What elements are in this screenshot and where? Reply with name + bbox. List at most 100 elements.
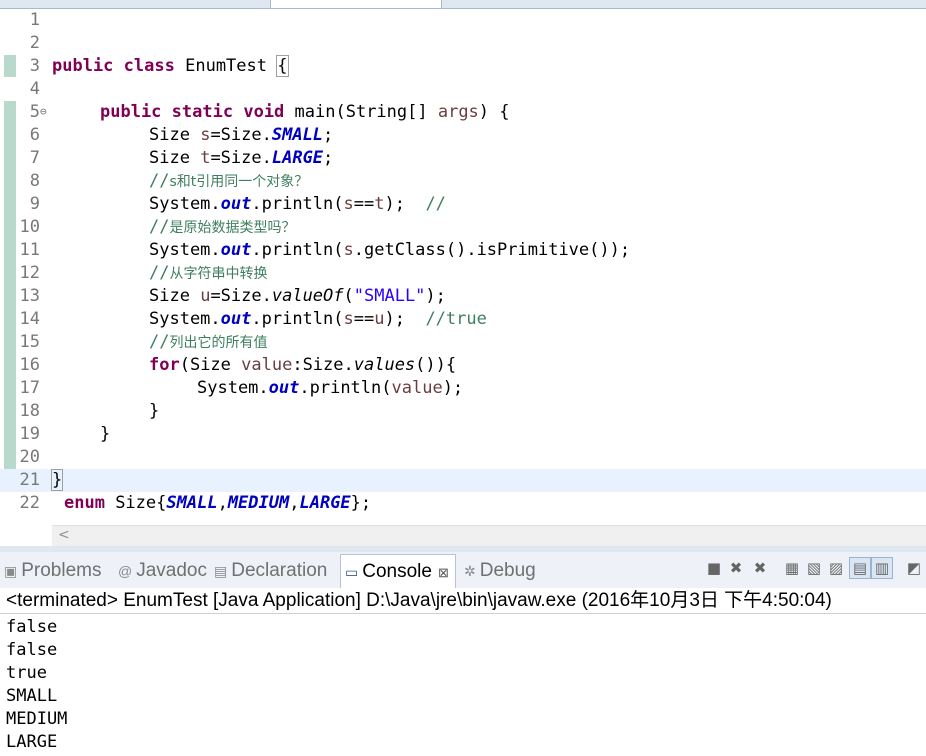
code-comment: //是原始数据类型吗？	[149, 217, 296, 237]
code-line: 3 public class EnumTest {	[0, 55, 926, 78]
line-number: 5	[29, 102, 40, 122]
code-text: public class EnumTest {	[52, 55, 289, 77]
line-number: 10	[19, 217, 40, 237]
scroll-left-icon[interactable]: <	[58, 527, 70, 543]
code-text: System.out.println(s==t); //	[149, 194, 446, 214]
scroll-lock-icon[interactable]: ▧	[804, 558, 824, 578]
line-number: 4	[29, 79, 40, 99]
code-comment: //列出它的所有值	[149, 332, 268, 352]
code-text: System.out.println(s==u); //true	[149, 309, 487, 329]
code-text: public static void main(String[] args) {	[100, 102, 510, 122]
matching-brace: }	[50, 469, 64, 491]
line-number: 12	[19, 263, 40, 283]
code-line: 12 //从字符串中转换	[0, 262, 926, 285]
console-launch-description: <terminated> EnumTest [Java Application]…	[0, 588, 926, 614]
line-number: 3	[29, 56, 40, 76]
line-number: 8	[29, 171, 40, 191]
code-line: 5 ⊖ public static void main(String[] arg…	[0, 101, 926, 124]
show-on-stderr-icon[interactable]: ▥	[871, 557, 893, 579]
current-code-line: 21 }	[0, 469, 926, 492]
code-line: 20	[0, 446, 926, 469]
console-output-line: false	[6, 617, 58, 637]
line-number: 11	[19, 240, 40, 260]
tab-debug[interactable]: ✲ Debug	[464, 560, 536, 588]
console-output-line: LARGE	[6, 732, 58, 752]
line-number: 13	[19, 286, 40, 306]
console-output-line: false	[6, 640, 58, 660]
code-line: 8 //s和t引用同一个对象？	[0, 170, 926, 193]
line-number: 7	[29, 148, 40, 168]
code-text: System.out.println(s.getClass().isPrimit…	[149, 240, 631, 260]
code-line: 18 }	[0, 400, 926, 423]
console-output-line: true	[6, 663, 47, 683]
console-icon: ▭	[345, 564, 359, 580]
code-line: 4	[0, 78, 926, 101]
close-tab-icon[interactable]: ⊠	[438, 565, 449, 580]
show-on-stdout-icon[interactable]: ▤	[849, 557, 871, 579]
line-number: 15	[19, 332, 40, 352]
horizontal-scrollbar[interactable]: <	[52, 525, 926, 546]
word-wrap-icon[interactable]: ▨	[826, 558, 846, 578]
code-line: 6 Size s=Size.SMALL;	[0, 124, 926, 147]
line-number: 9	[29, 194, 40, 214]
line-number: 6	[29, 125, 40, 145]
line-number: 1	[29, 10, 40, 30]
open-console-icon[interactable]: ◩	[904, 558, 924, 578]
code-line: 19 }	[0, 423, 926, 446]
code-comment: //s和t引用同一个对象？	[149, 171, 309, 191]
code-text: for(Size value:Size.values()){	[149, 355, 457, 375]
clear-console-icon[interactable]: ▦	[782, 558, 802, 578]
editor-tab-strip	[0, 0, 926, 9]
code-line: 9 System.out.println(s==t); //	[0, 193, 926, 216]
text-cursor	[62, 470, 64, 488]
terminate-icon[interactable]: ■	[704, 558, 724, 578]
declaration-icon: ▤	[214, 563, 228, 579]
code-text: System.out.println(value);	[197, 378, 464, 398]
code-text: Size s=Size.SMALL;	[149, 125, 334, 145]
code-line: 15 //列出它的所有值	[0, 331, 926, 354]
tab-console[interactable]: ▭ Console ⊠	[340, 554, 456, 588]
code-text: }	[149, 401, 160, 421]
code-line: 22 enum Size{SMALL,MEDIUM,LARGE};	[0, 492, 926, 515]
console-output-line: MEDIUM	[6, 709, 68, 729]
line-number: 2	[29, 33, 40, 53]
code-line: 17 System.out.println(value);	[0, 377, 926, 400]
code-line: 16 for(Size value:Size.values()){	[0, 354, 926, 377]
line-number: 20	[19, 447, 40, 467]
code-text: }	[50, 469, 64, 492]
code-comment: //从字符串中转换	[149, 263, 268, 283]
tab-javadoc[interactable]: @ Javadoc	[118, 560, 207, 588]
code-line: 2	[0, 32, 926, 55]
code-editor[interactable]: 1 2 3 public class EnumTest { 4 5 ⊖ publ…	[0, 9, 926, 546]
code-text: Size t=Size.LARGE;	[149, 148, 334, 168]
debug-icon: ✲	[464, 563, 476, 579]
remove-launch-icon[interactable]: ✖	[726, 558, 746, 578]
console-output[interactable]: false false true SMALL MEDIUM LARGE	[6, 616, 67, 754]
code-text: Size u=Size.valueOf("SMALL");	[149, 286, 446, 306]
line-number: 21	[19, 470, 40, 490]
line-number: 22	[19, 493, 40, 513]
remove-all-launches-icon[interactable]: ✖	[750, 558, 770, 578]
code-text: }	[100, 424, 111, 444]
line-number: 16	[19, 355, 40, 375]
line-number: 19	[19, 424, 40, 444]
code-text: enum Size{SMALL,MEDIUM,LARGE};	[64, 493, 372, 513]
matching-brace: {	[276, 55, 289, 77]
code-line: 1	[0, 9, 926, 32]
line-number: 17	[19, 378, 40, 398]
console-output-line: SMALL	[6, 686, 58, 706]
line-number: 18	[19, 401, 40, 421]
tab-problems[interactable]: ▣ Problems	[4, 560, 101, 588]
javadoc-icon: @	[118, 563, 133, 579]
line-number: 14	[19, 309, 40, 329]
tab-declaration[interactable]: ▤ Declaration	[214, 560, 327, 588]
code-line: 14 System.out.println(s==u); //true	[0, 308, 926, 331]
code-line: 7 Size t=Size.LARGE;	[0, 147, 926, 170]
code-line: 10 //是原始数据类型吗？	[0, 216, 926, 239]
code-line: 13 Size u=Size.valueOf("SMALL");	[0, 285, 926, 308]
problems-icon: ▣	[4, 563, 18, 579]
view-tab-bar: ▣ Problems @ Javadoc ▤ Declaration ▭ Console…	[0, 552, 926, 588]
fold-collapse-icon[interactable]: ⊖	[40, 101, 47, 122]
code-line: 11 System.out.println(s.getClass().isPri…	[0, 239, 926, 262]
active-editor-tab[interactable]	[270, 0, 442, 8]
